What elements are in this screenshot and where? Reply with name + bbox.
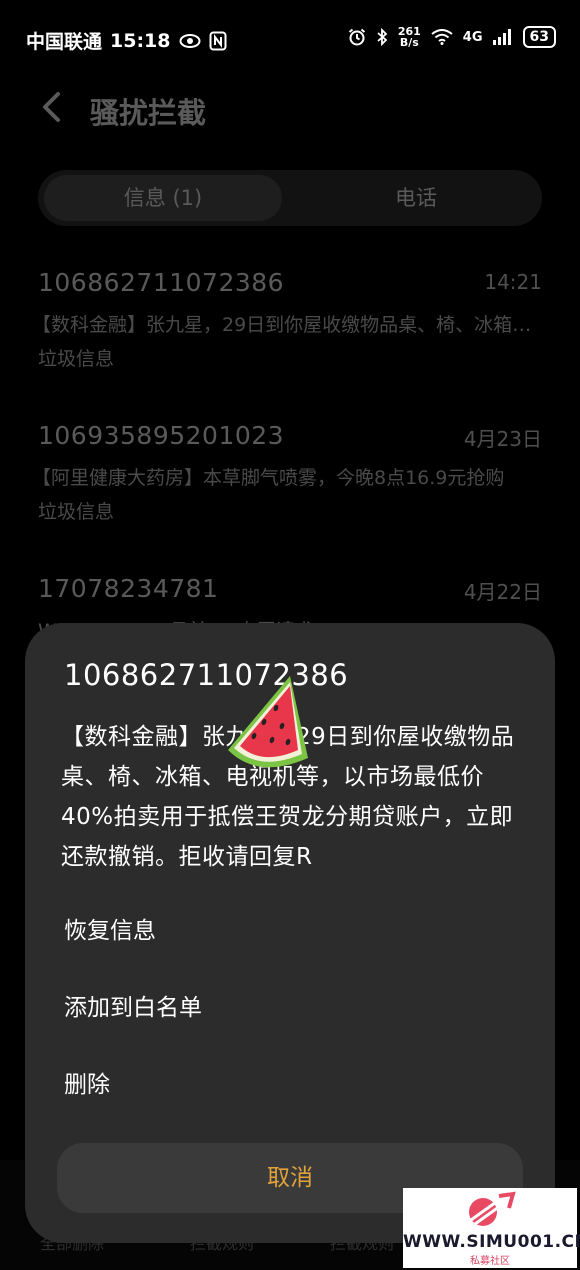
page-title: 骚扰拦截 (90, 96, 207, 130)
message-snippet: 【阿里健康大药房】本草脚气喷雾，今晚8点16.9元抢购 (32, 467, 505, 489)
carrier-label: 中国联通 (26, 31, 103, 53)
spam-tag: 垃圾信息 (38, 501, 115, 523)
watermark-subtext: 私募社区 (470, 1256, 510, 1267)
app-header: 骚扰拦截 (0, 80, 580, 140)
message-time: 4月22日 (463, 580, 542, 604)
spam-tag: 垃圾信息 (38, 348, 115, 370)
eye-icon (179, 33, 200, 48)
watermark-text: WWW.SIMU001.CN (403, 1232, 580, 1252)
status-left: 中国联通 15:18 (26, 27, 227, 54)
add-whitelist-button[interactable]: 添加到白名单 (64, 988, 202, 1022)
net-speed: 261 B/s (398, 26, 421, 48)
delete-button[interactable]: 删除 (64, 1065, 110, 1099)
signal-icon (492, 29, 511, 45)
sender-number: 106862711072386 (38, 268, 285, 297)
status-right: 261 B/s 4G 63 (348, 26, 556, 48)
wifi-icon (431, 29, 453, 45)
tab-calls[interactable]: 电话 (296, 175, 536, 221)
watermark-logo-icon (469, 1191, 516, 1226)
chevron-left-icon (43, 92, 60, 122)
restore-message-button[interactable]: 恢复信息 (64, 911, 156, 945)
message-time: 14:21 (484, 270, 542, 294)
sender-number: 17078234781 (38, 574, 219, 603)
site-watermark: WWW.SIMU001.CN 私募社区 (403, 1188, 580, 1268)
sender-number: 106935895201023 (38, 421, 285, 450)
status-bar: 中国联通 15:18 261 B/s 4G 63 (0, 0, 580, 80)
message-time: 4月23日 (463, 427, 542, 451)
net-speed-unit: B/s (399, 36, 419, 49)
watermelon-sticker-icon (228, 676, 308, 768)
alarm-icon (348, 28, 365, 46)
bluetooth-icon (377, 28, 388, 46)
clock: 15:18 (110, 29, 171, 52)
battery-indicator: 63 (522, 26, 556, 48)
nfc-icon (209, 31, 226, 50)
signal-type: 4G (462, 29, 483, 45)
tab-messages[interactable]: 信息 (1) (44, 175, 282, 221)
message-snippet: 【数科金融】张九星，29日到你屋收缴物品桌、椅、冰箱、电视机等 (32, 314, 542, 336)
back-button[interactable] (40, 90, 62, 133)
tab-bar: 信息 (1) 电话 (38, 170, 542, 226)
